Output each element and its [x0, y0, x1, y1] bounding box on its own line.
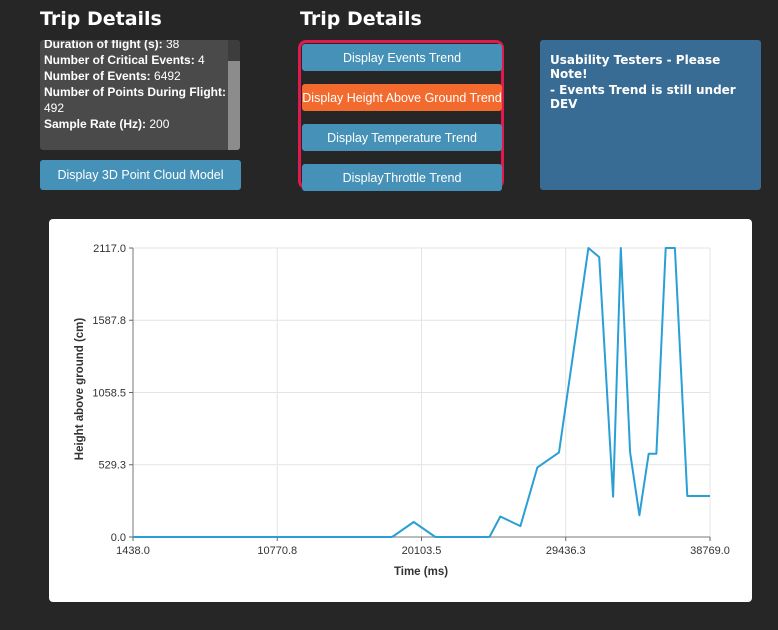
x-axis-label: Time (ms) — [394, 566, 448, 578]
stat-value: 38 — [165, 40, 180, 51]
stat-label: Number of Events: — [44, 69, 151, 83]
stat-duration: Duration of flight (s): 38 — [44, 40, 226, 52]
stats-scrollbar[interactable] — [228, 40, 240, 150]
y-tick-label: 2117.0 — [93, 243, 126, 255]
stat-value: 4 — [198, 53, 205, 67]
stat-points: Number of Points During Flight: 492 — [44, 84, 226, 116]
height-trend-chart: 1438.0 10770.8 20103.5 29436.3 38769.0 0.0 529… — [74, 243, 730, 578]
stat-value: 200 — [149, 117, 170, 131]
display-3d-point-cloud-button[interactable]: Display 3D Point Cloud Model — [40, 160, 241, 190]
notice-message: - Events Trend is still under DEV — [550, 83, 736, 111]
y-axis-label: Height above ground (cm) — [74, 318, 86, 461]
y-tick-label: 1587.8 — [92, 315, 126, 327]
height-trend-chart-card: 1438.0 10770.8 20103.5 29436.3 38769.0 0.0 529… — [49, 219, 752, 602]
x-tick-label: 10770.8 — [257, 545, 297, 557]
trip-stats-box: Duration of flight (s): 38 Number of Cri… — [40, 40, 240, 150]
display-temperature-trend-button[interactable]: Display Temperature Trend — [302, 124, 502, 151]
stat-label: Number of Critical Events: — [44, 53, 195, 67]
trip-details-title-right: Trip Details — [300, 8, 422, 30]
x-tick-label: 20103.5 — [402, 545, 442, 557]
display-height-trend-button[interactable]: Display Height Above Ground Trend — [302, 84, 502, 111]
stat-events: Number of Events: 6492 — [44, 68, 226, 84]
usability-notice: Usability Testers - Please Note! - Event… — [540, 40, 761, 190]
y-tick-label: 529.3 — [98, 460, 126, 472]
display-events-trend-button[interactable]: Display Events Trend — [302, 44, 502, 71]
x-tick-label: 29436.3 — [546, 545, 586, 557]
x-tick-label: 38769.0 — [690, 545, 730, 557]
chart-ticks: 1438.0 10770.8 20103.5 29436.3 38769.0 0.0 529… — [92, 243, 730, 557]
stat-label: Sample Rate (Hz): — [44, 117, 147, 131]
display-throttle-trend-button[interactable]: DisplayThrottle Trend — [302, 164, 502, 191]
trip-stats-list: Duration of flight (s): 38 Number of Cri… — [44, 40, 226, 132]
notice-heading: Usability Testers - Please Note! — [550, 53, 721, 81]
stats-scroll-thumb[interactable] — [228, 61, 240, 150]
y-tick-label: 1058.5 — [92, 388, 126, 400]
trend-button-group: Display Events Trend Display Height Abov… — [298, 40, 504, 191]
stat-label: Duration of flight (s): — [44, 40, 163, 51]
stat-critical-events: Number of Critical Events: 4 — [44, 52, 226, 68]
stat-label: Number of Points During Flight: — [44, 85, 226, 99]
trip-details-title-left: Trip Details — [40, 8, 162, 30]
y-tick-label: 0.0 — [111, 532, 126, 544]
stat-sample-rate: Sample Rate (Hz): 200 — [44, 116, 226, 132]
stat-value: 492 — [44, 101, 65, 115]
stat-value: 6492 — [154, 69, 181, 83]
x-tick-label: 1438.0 — [116, 545, 150, 557]
